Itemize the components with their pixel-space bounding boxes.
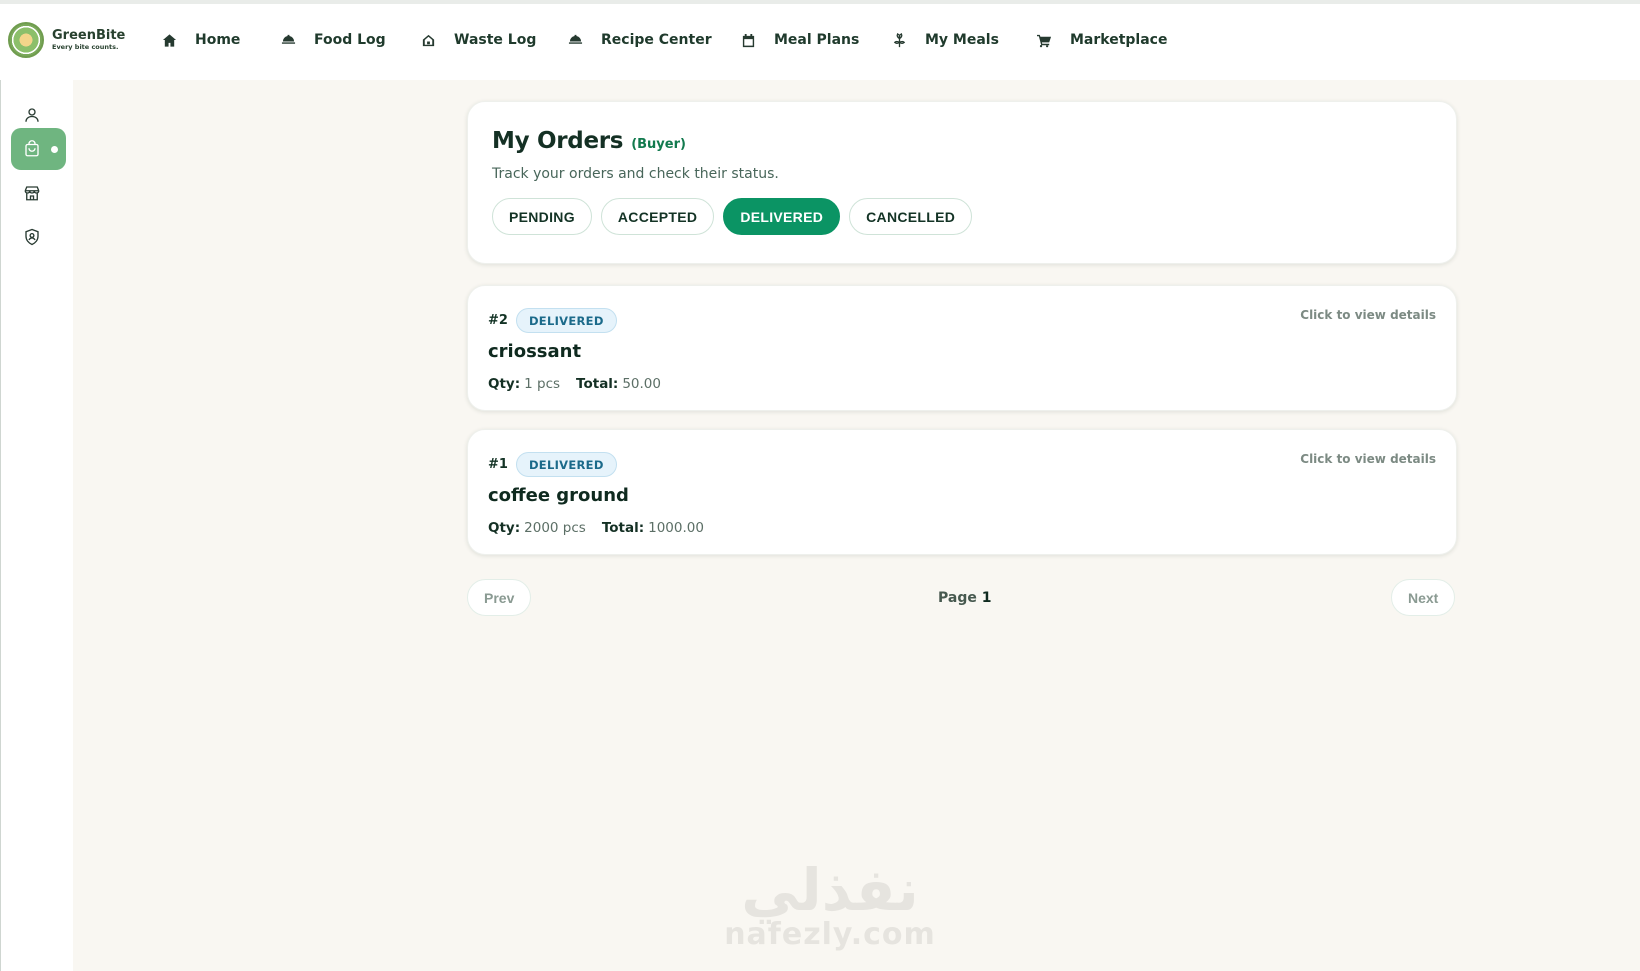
order-product-name: criossant xyxy=(488,341,582,362)
page-indicator: Page 1 xyxy=(938,590,992,606)
nav-my-meals[interactable]: My Meals xyxy=(892,32,999,48)
home-icon xyxy=(162,33,177,47)
brand-name: GreenBite xyxy=(52,28,126,44)
status-badge: DELIVERED xyxy=(515,308,617,333)
nav-home[interactable]: Home xyxy=(162,32,240,48)
order-card[interactable]: #1 DELIVERED Click to view details coffe… xyxy=(467,429,1457,555)
order-card[interactable]: #2 DELIVERED Click to view details crios… xyxy=(467,285,1457,411)
watermark: نفذلي nafezly.com xyxy=(720,860,940,950)
waste-bin-icon xyxy=(422,34,435,46)
brand[interactable]: GreenBite Every bite counts. xyxy=(8,22,125,58)
top-navbar: GreenBite Every bite counts. Home Food L… xyxy=(0,4,1640,80)
wheat-icon xyxy=(893,32,906,47)
order-qty: Qty: 1 pcs xyxy=(488,376,561,392)
brand-tagline: Every bite counts. xyxy=(52,43,119,52)
nav-my-meals-label: My Meals xyxy=(925,32,999,48)
order-total: Total: 1000.00 xyxy=(601,520,704,536)
recipe-cloche-icon xyxy=(568,34,583,44)
page-subtitle: Track your orders and check their status… xyxy=(492,166,779,182)
view-details-hint[interactable]: Click to view details xyxy=(1300,308,1436,322)
shield-user-icon xyxy=(25,228,39,246)
order-id: #1 xyxy=(488,457,508,472)
nav-waste-log-label: Waste Log xyxy=(454,32,537,48)
role-tag: (Buyer) xyxy=(631,137,686,152)
order-total: Total: 50.00 xyxy=(576,376,661,392)
sidebar-item-store[interactable] xyxy=(11,172,66,214)
sidebar-item-orders[interactable] xyxy=(11,128,66,170)
nav-meal-plans[interactable]: Meal Plans xyxy=(741,32,859,48)
sidebar xyxy=(0,80,73,971)
nav-recipe-center[interactable]: Recipe Center xyxy=(568,32,712,48)
status-badge: DELIVERED xyxy=(515,452,617,477)
status-tabs: PENDING ACCEPTED DELIVERED CANCELLED xyxy=(492,198,1432,235)
main-content: My Orders (Buyer) Track your orders and … xyxy=(73,80,1640,971)
nav-marketplace-label: Marketplace xyxy=(1070,32,1168,48)
user-icon xyxy=(25,108,39,122)
nav-food-log-label: Food Log xyxy=(314,32,386,48)
shopping-bag-icon xyxy=(25,140,39,157)
next-page-button[interactable]: Next xyxy=(1391,579,1456,616)
order-id: #2 xyxy=(488,313,508,328)
prev-page-button[interactable]: Prev xyxy=(467,579,532,616)
nav-home-label: Home xyxy=(195,32,241,48)
sidebar-item-admin[interactable] xyxy=(11,216,66,258)
nav-recipe-center-label: Recipe Center xyxy=(601,32,712,48)
view-details-hint[interactable]: Click to view details xyxy=(1300,452,1436,466)
order-product-name: coffee ground xyxy=(488,485,629,506)
tab-pending[interactable]: PENDING xyxy=(492,198,592,235)
watermark-latin: nafezly.com xyxy=(724,917,936,952)
nav-marketplace[interactable]: Marketplace xyxy=(1037,32,1167,48)
nav-waste-log[interactable]: Waste Log xyxy=(421,32,536,48)
order-qty: Qty: 2000 pcs xyxy=(488,520,586,536)
greenbite-logo xyxy=(8,22,44,58)
active-indicator-dot xyxy=(51,146,58,153)
tab-cancelled[interactable]: CANCELLED xyxy=(849,198,973,235)
nav-food-log[interactable]: Food Log xyxy=(281,32,386,48)
calendar-icon xyxy=(742,33,755,47)
tab-delivered[interactable]: DELIVERED xyxy=(723,198,841,235)
tab-accepted[interactable]: ACCEPTED xyxy=(600,198,715,235)
watermark-arabic: نفذلي xyxy=(741,856,919,924)
page-title: My Orders xyxy=(492,128,624,154)
food-cloche-icon xyxy=(281,34,296,44)
orders-header-card: My Orders (Buyer) Track your orders and … xyxy=(467,101,1457,264)
store-icon xyxy=(24,186,40,201)
nav-meal-plans-label: Meal Plans xyxy=(774,32,860,48)
cart-icon xyxy=(1037,34,1052,47)
